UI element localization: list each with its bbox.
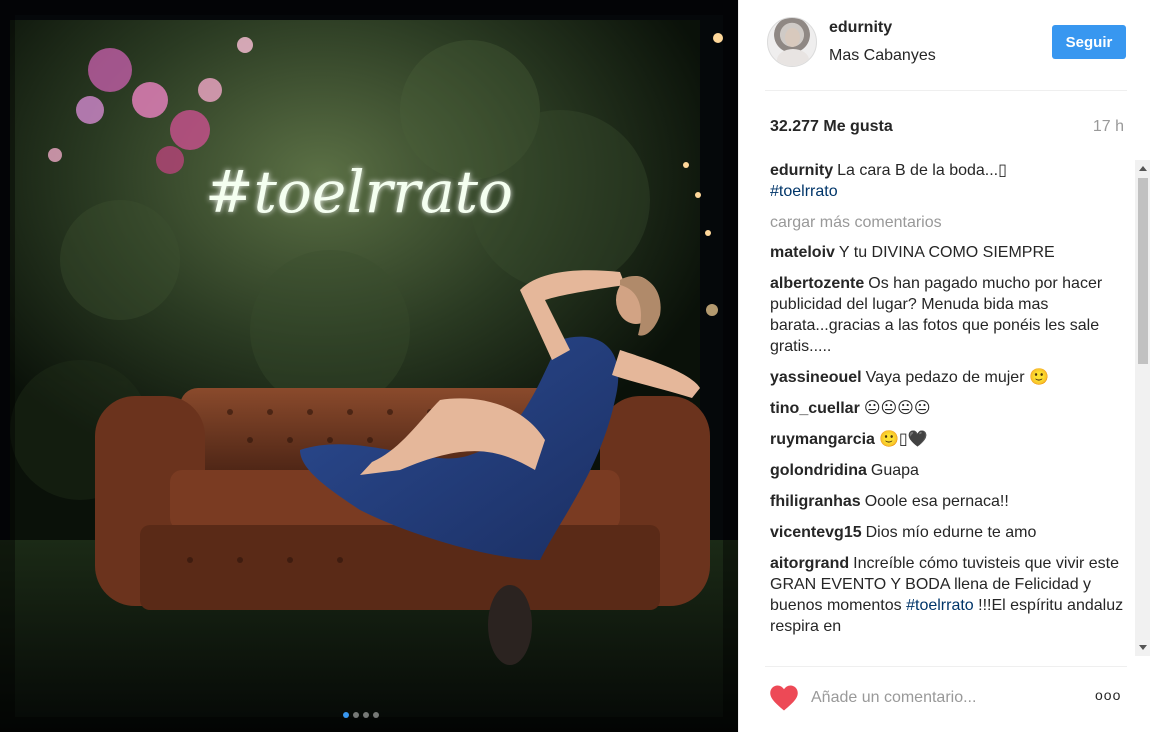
post-time[interactable]: 17 h (1093, 118, 1124, 136)
like-count[interactable]: 32.277 Me gusta (770, 118, 893, 136)
comment-item: aitorgrand Increíble cómo tuvisteis que v… (770, 553, 1126, 637)
scroll-up-icon[interactable] (1139, 166, 1147, 171)
comment-item: albertozente Os han pagado mucho por hace… (770, 273, 1126, 357)
comment-hashtag[interactable]: #toelrrato (906, 597, 974, 614)
comment-item: tino_cuellar 😐😐😐😐 (770, 398, 1126, 419)
post-photo[interactable]: #toelrrato #toelrrato (0, 0, 738, 732)
comment-username[interactable]: fhiligranhas (770, 493, 861, 510)
carousel-dots[interactable] (343, 712, 379, 718)
comment-text: Ooole esa pernaca!! (864, 493, 1009, 510)
comment-item: fhiligranhas Ooole esa pernaca!! (770, 491, 1126, 512)
scroll-down-icon[interactable] (1139, 645, 1147, 650)
comment-input[interactable] (811, 686, 1071, 710)
comment-text: 🙂▯🖤 (878, 431, 928, 448)
comment-item: ruymangarcia 🙂▯🖤 (770, 429, 1126, 450)
comment-item: yassineouel Vaya pedazo de mujer 🙂 (770, 367, 1126, 388)
comment-username[interactable]: yassineouel (770, 369, 862, 386)
divider (765, 90, 1127, 91)
comment-text: Guapa (870, 462, 919, 479)
photo-illustration: #toelrrato #toelrrato (0, 0, 738, 732)
avatar[interactable] (767, 17, 817, 67)
post-header: edurnity Mas Cabanyes Seguir (739, 0, 1150, 90)
comments-scrollbar[interactable] (1135, 160, 1150, 656)
heart-icon[interactable] (769, 684, 799, 712)
comment-username[interactable]: ruymangarcia (770, 431, 875, 448)
follow-button[interactable]: Seguir (1052, 25, 1126, 59)
caption: edurnity La cara B de la boda...▯ #toelrr… (770, 160, 1126, 202)
comment-text: Dios mío edurne te amo (865, 524, 1037, 541)
carousel-dot[interactable] (373, 712, 379, 718)
carousel-dot[interactable] (343, 712, 349, 718)
comment-username[interactable]: mateloiv (770, 244, 835, 261)
comment-username[interactable]: vicentevg15 (770, 524, 862, 541)
more-options-icon[interactable]: ooo (1095, 687, 1131, 707)
comment-username[interactable]: golondridina (770, 462, 867, 479)
username[interactable]: edurnity (829, 19, 892, 37)
comment-username[interactable]: edurnity (770, 162, 833, 179)
caption-hashtag[interactable]: #toelrrato (770, 183, 838, 200)
divider (765, 666, 1127, 667)
comment-username[interactable]: albertozente (770, 275, 864, 292)
comment-text: Vaya pedazo de mujer 🙂 (865, 369, 1049, 386)
scroll-thumb[interactable] (1138, 178, 1148, 364)
post-side-panel: edurnity Mas Cabanyes Seguir 32.277 Me g… (738, 0, 1150, 732)
comment-username[interactable]: tino_cuellar (770, 400, 860, 417)
carousel-dot[interactable] (363, 712, 369, 718)
neon-text: #toelrrato (205, 158, 513, 226)
carousel-dot[interactable] (353, 712, 359, 718)
comment-item: mateloiv Y tu DIVINA COMO SIEMPRE (770, 242, 1126, 263)
caption-text: La cara B de la boda...▯ (837, 162, 1007, 179)
comment-text: Y tu DIVINA COMO SIEMPRE (838, 244, 1055, 261)
load-more-comments[interactable]: cargar más comentarios (770, 212, 1126, 233)
comment-text: 😐😐😐😐 (863, 400, 931, 417)
comment-item: golondridina Guapa (770, 460, 1126, 481)
comment-item: vicentevg15 Dios mío edurne te amo (770, 522, 1126, 543)
comment-list: edurnity La cara B de la boda...▯ #toelrr… (770, 160, 1126, 656)
location[interactable]: Mas Cabanyes (829, 47, 936, 65)
comment-username[interactable]: aitorgrand (770, 555, 849, 572)
neon-sign: #toelrrato #toelrrato (205, 158, 513, 226)
